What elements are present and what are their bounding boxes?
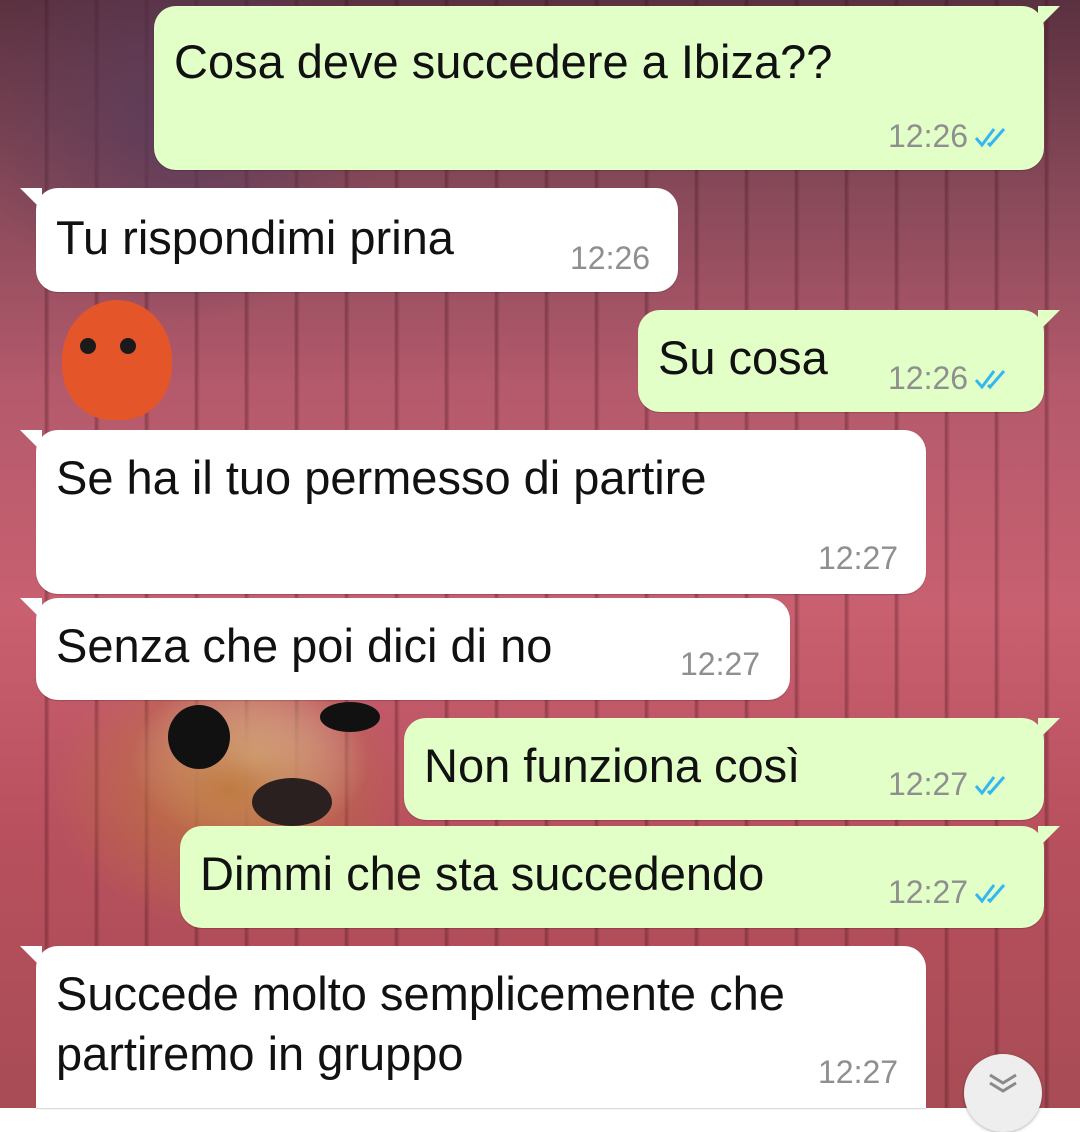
message-meta: 12:27 bbox=[818, 540, 898, 577]
dog-nose bbox=[252, 778, 332, 826]
pumpkin-decoration bbox=[62, 300, 172, 420]
scroll-to-bottom-button[interactable] bbox=[964, 1054, 1042, 1132]
message-meta: 12:26 bbox=[570, 240, 650, 277]
message-time: 12:27 bbox=[818, 1054, 899, 1090]
message-text: Cosa deve succedere a Ibiza?? bbox=[174, 35, 833, 88]
message-time: 12:27 bbox=[818, 540, 899, 576]
message-time: 12:27 bbox=[680, 646, 761, 682]
message-bubble-incoming[interactable]: Tu rispondimi prina 12:26 bbox=[20, 188, 678, 292]
message-text: Dimmi che sta succedendo bbox=[200, 847, 765, 900]
message-time: 12:26 bbox=[570, 240, 651, 276]
message-bubble-outgoing[interactable]: Non funziona così 12:27 bbox=[404, 718, 1060, 820]
message-text: Se ha il tuo permesso di partire bbox=[56, 451, 707, 504]
message-bubble-incoming[interactable]: Succede molto semplicemente che partirem… bbox=[20, 946, 926, 1108]
message-time: 12:26 bbox=[888, 118, 969, 154]
message-text: Su cosa bbox=[658, 331, 828, 384]
message-text: Non funziona così bbox=[424, 739, 801, 792]
double-check-icon bbox=[974, 883, 1006, 903]
message-time: 12:26 bbox=[888, 360, 969, 396]
message-text: Tu rispondimi prina bbox=[56, 211, 454, 264]
dog-eye bbox=[320, 702, 380, 732]
message-bubble-incoming[interactable]: Se ha il tuo permesso di partire 12:27 bbox=[20, 430, 926, 594]
chevron-double-down-icon bbox=[989, 1073, 1017, 1093]
message-meta: 12:27 bbox=[818, 1054, 898, 1091]
message-time: 12:27 bbox=[888, 766, 969, 802]
message-time: 12:27 bbox=[888, 874, 969, 910]
message-bubble-incoming[interactable]: Senza che poi dici di no 12:27 bbox=[20, 598, 790, 700]
double-check-icon bbox=[974, 369, 1006, 389]
message-meta: 12:27 bbox=[888, 766, 1012, 803]
message-bubble-outgoing[interactable]: Dimmi che sta succedendo 12:27 bbox=[180, 826, 1060, 928]
message-bubble-outgoing[interactable]: Cosa deve succedere a Ibiza?? 12:26 bbox=[154, 6, 1060, 170]
message-meta: 12:27 bbox=[888, 874, 1012, 911]
double-check-icon bbox=[974, 775, 1006, 795]
message-bubble-outgoing[interactable]: Su cosa 12:26 bbox=[638, 310, 1060, 412]
dog-eye bbox=[168, 705, 230, 769]
double-check-icon bbox=[974, 127, 1006, 147]
message-meta: 12:26 bbox=[888, 118, 1012, 155]
message-meta: 12:27 bbox=[680, 646, 760, 683]
message-text: Succede molto semplicemente che partirem… bbox=[56, 967, 785, 1080]
message-meta: 12:26 bbox=[888, 360, 1012, 397]
message-text: Senza che poi dici di no bbox=[56, 619, 553, 672]
